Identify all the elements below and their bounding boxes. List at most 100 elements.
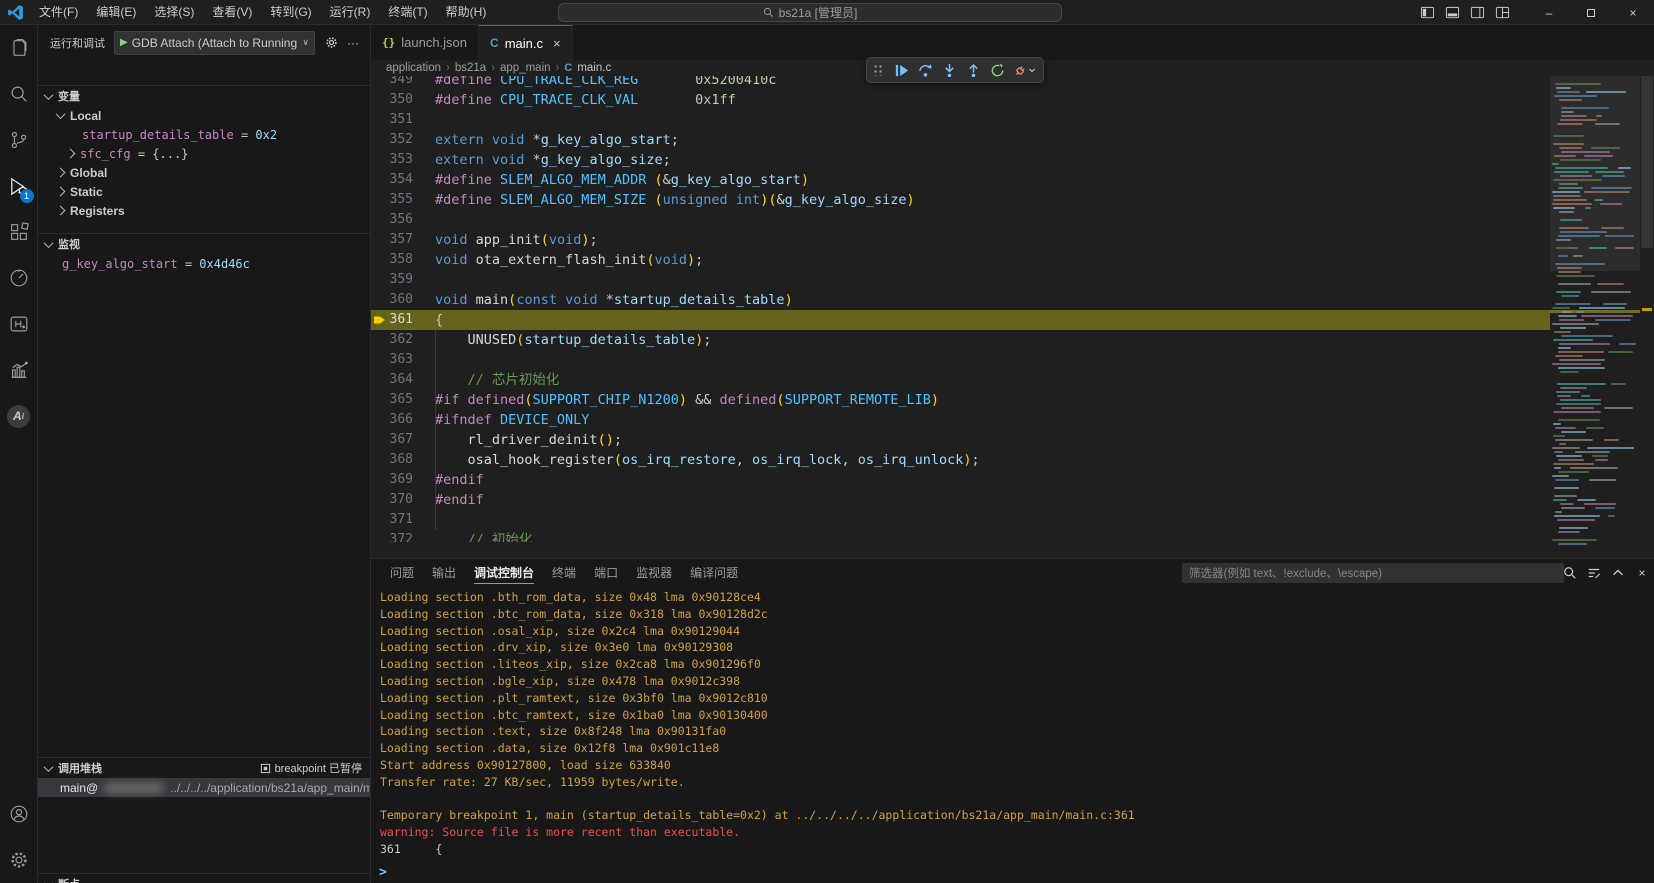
extensions-icon[interactable] xyxy=(0,209,38,255)
breadcrumb-item[interactable]: application xyxy=(386,62,441,74)
scope-registers[interactable]: Registers xyxy=(38,201,370,220)
breadcrumb-item[interactable]: bs21a xyxy=(455,62,486,74)
step-into-button[interactable] xyxy=(937,58,961,82)
run-debug-icon[interactable]: 1 xyxy=(0,163,38,209)
panel-tab-问题[interactable]: 问题 xyxy=(381,559,423,587)
debug-config-dropdown[interactable]: ▶ GDB Attach (Attach to Running Proc ∨ xyxy=(114,31,315,55)
panel-tab-调试控制台[interactable]: 调试控制台 xyxy=(465,559,543,587)
line-number[interactable]: 351 xyxy=(375,110,413,130)
stack-frame-row[interactable]: main@ ../../../../application/bs21a/app_… xyxy=(38,778,370,797)
toggle-panel-icon[interactable] xyxy=(1445,5,1460,20)
explorer-icon[interactable] xyxy=(0,25,38,71)
line-number[interactable]: 369 xyxy=(375,470,413,490)
settings-gear-icon[interactable] xyxy=(0,837,38,883)
line-number[interactable]: 364 xyxy=(375,370,413,390)
line-number[interactable]: 354 xyxy=(375,170,413,190)
line-number[interactable]: 355 xyxy=(375,190,413,210)
toolbar-gripper[interactable] xyxy=(873,64,883,76)
variable-row[interactable]: sfc_cfg = {...} xyxy=(38,144,370,163)
step-over-button[interactable] xyxy=(913,58,937,82)
maximize-panel-icon[interactable] xyxy=(1608,563,1628,583)
menu-item[interactable]: 编辑(E) xyxy=(87,0,145,25)
watch-row[interactable]: g_key_algo_start = 0x4d46c xyxy=(38,254,370,273)
panel-tab-端口[interactable]: 端口 xyxy=(585,559,627,587)
line-number[interactable]: 350 xyxy=(375,90,413,110)
line-number[interactable]: 368 xyxy=(375,450,413,470)
variable-row[interactable]: startup_details_table = 0x2 xyxy=(38,125,370,144)
line-number[interactable]: 362 xyxy=(375,330,413,350)
line-number[interactable]: 365 xyxy=(375,390,413,410)
search-sidebar-icon[interactable] xyxy=(0,71,38,117)
step-out-button[interactable] xyxy=(961,58,985,82)
continue-button[interactable] xyxy=(889,58,913,82)
ai-assistant-icon[interactable]: Ai xyxy=(0,393,38,439)
line-number[interactable]: 353 xyxy=(375,150,413,170)
menu-item[interactable]: 帮助(H) xyxy=(437,0,496,25)
profiler-icon[interactable] xyxy=(0,255,38,301)
minimize-button[interactable]: – xyxy=(1528,0,1570,25)
panel-tab-编译问题[interactable]: 编译问题 xyxy=(681,559,747,587)
minimap-slider[interactable] xyxy=(1550,76,1640,271)
menu-item[interactable]: 运行(R) xyxy=(321,0,380,25)
console-filter-input[interactable]: 筛选器(例如 text、!exclude、\escape) xyxy=(1182,563,1564,583)
menu-item[interactable]: 终端(T) xyxy=(379,0,436,25)
scrollbar-thumb[interactable] xyxy=(1641,76,1653,248)
menu-item[interactable]: 文件(F) xyxy=(30,0,87,25)
code-text: #define SLEM_ALGO_MEM_ADDR (&g_key_algo_… xyxy=(435,170,809,190)
variables-header[interactable]: 变量 xyxy=(38,86,370,106)
scope-static[interactable]: Static xyxy=(38,182,370,201)
line-number[interactable]: 370 xyxy=(375,490,413,510)
breadcrumb-item[interactable]: app_main xyxy=(500,62,551,74)
panel-tab-输出[interactable]: 输出 xyxy=(423,559,465,587)
close-tab-icon[interactable]: × xyxy=(553,36,561,51)
line-number[interactable]: 357 xyxy=(375,230,413,250)
scope-local[interactable]: Local xyxy=(38,106,370,125)
line-number[interactable]: 363 xyxy=(375,350,413,370)
customize-layout-icon[interactable] xyxy=(1495,5,1510,20)
more-actions-icon[interactable]: ··· xyxy=(342,32,364,54)
toggle-secondary-sidebar-icon[interactable] xyxy=(1470,5,1485,20)
menu-item[interactable]: 转到(G) xyxy=(261,0,320,25)
breakpoints-header[interactable]: 断点 xyxy=(38,874,370,883)
menu-item[interactable]: 选择(S) xyxy=(145,0,203,25)
tab-launch-json[interactable]: {} launch.json xyxy=(371,25,479,60)
command-center[interactable]: bs21a [管理员] xyxy=(558,3,1062,22)
line-number[interactable]: 359 xyxy=(375,270,413,290)
chart-analyzer-icon[interactable] xyxy=(0,347,38,393)
maximize-button[interactable] xyxy=(1570,0,1612,25)
source-control-icon[interactable] xyxy=(0,117,38,163)
account-icon[interactable] xyxy=(0,791,38,837)
menu-item[interactable]: 查看(V) xyxy=(203,0,261,25)
debug-settings-gear-icon[interactable] xyxy=(320,32,342,54)
tab-main-c[interactable]: C main.c × xyxy=(479,25,573,60)
line-number[interactable]: 352 xyxy=(375,130,413,150)
scope-global[interactable]: Global xyxy=(38,163,370,182)
debug-console-input[interactable]: > xyxy=(371,861,1654,883)
line-number[interactable]: 366 xyxy=(375,410,413,430)
line-number[interactable]: 367 xyxy=(375,430,413,450)
disconnect-button[interactable] xyxy=(1009,58,1039,82)
panel-tab-终端[interactable]: 终端 xyxy=(543,559,585,587)
restart-button[interactable] xyxy=(985,58,1009,82)
line-number[interactable]: 371 xyxy=(375,510,413,530)
minimap[interactable] xyxy=(1550,76,1640,558)
debug-console-output[interactable]: Loading section .bth_rom_data, size 0x48… xyxy=(371,589,1654,861)
line-number[interactable]: 372 xyxy=(375,530,413,542)
panel-tab-监视器[interactable]: 监视器 xyxy=(627,559,681,587)
vertical-scrollbar[interactable] xyxy=(1640,76,1654,558)
line-number[interactable]: 349 xyxy=(375,76,413,90)
close-panel-icon[interactable]: × xyxy=(1632,563,1652,583)
code-editor[interactable]: 349#define CPU_TRACE_CLK_REG 0x5200410c3… xyxy=(371,76,1654,558)
line-number[interactable]: 356 xyxy=(375,210,413,230)
call-stack-header[interactable]: 调用堆栈 breakpoint 已暂停 xyxy=(38,758,370,778)
find-icon[interactable] xyxy=(1560,563,1580,583)
line-number[interactable]: 358 xyxy=(375,250,413,270)
breadcrumb-item[interactable]: main.c xyxy=(577,62,611,74)
hispark-tool-icon[interactable] xyxy=(0,301,38,347)
watch-header[interactable]: 监视 xyxy=(38,234,370,254)
clear-console-icon[interactable] xyxy=(1584,563,1604,583)
start-debug-icon[interactable]: ▶ xyxy=(120,37,128,48)
line-number[interactable]: 360 xyxy=(375,290,413,310)
close-button[interactable]: × xyxy=(1612,0,1654,25)
toggle-sidebar-icon[interactable] xyxy=(1420,5,1435,20)
